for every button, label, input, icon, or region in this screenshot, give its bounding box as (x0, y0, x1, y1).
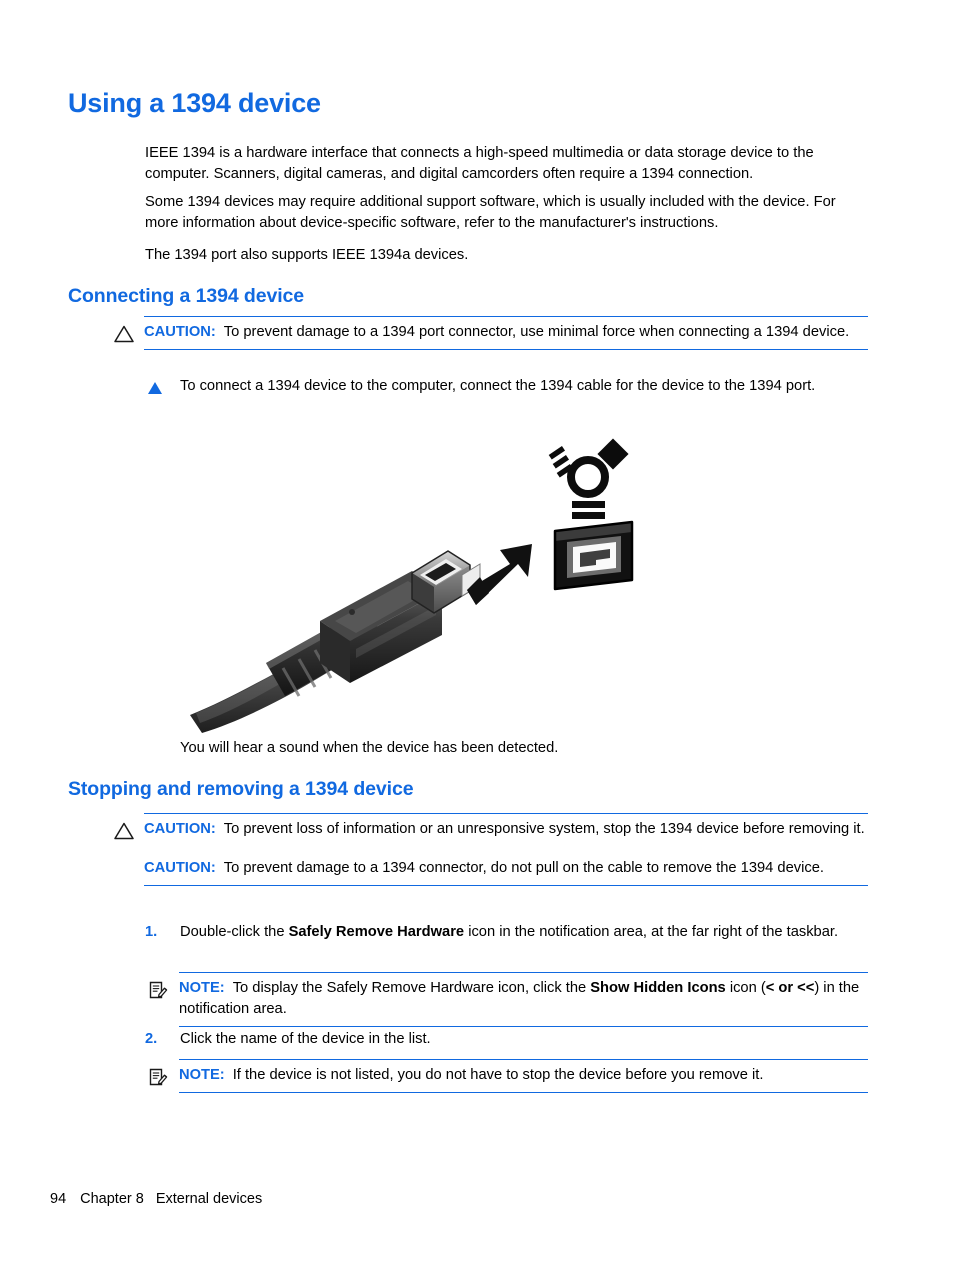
note-bold-term-2: < or << (765, 980, 815, 996)
caution-label: CAUTION: (144, 324, 216, 340)
illustration-svg (190, 438, 634, 733)
note-icon (148, 1067, 170, 1087)
step-number: 2. (145, 1031, 158, 1047)
step-1-text-after: icon in the notification area, at the fa… (464, 924, 839, 940)
admonition-bottom-rule (144, 349, 868, 350)
caution-triangle-icon (113, 821, 135, 841)
caution-body-2: To prevent damage to a 1394 connector, d… (223, 860, 824, 876)
document-page: Using a 1394 device IEEE 1394 is a hardw… (0, 0, 954, 1270)
1394-port-receptacle-icon (553, 520, 634, 591)
intro-paragraph-3: The 1394 port also supports IEEE 1394a d… (145, 247, 469, 263)
connect-step: To connect a 1394 device to the computer… (145, 376, 870, 397)
step-1-bold-term: Safely Remove Hardware (288, 924, 465, 940)
page-footer: 94 Chapter 8 External devices (50, 1191, 262, 1207)
note-text-device-not-listed: NOTE: If the device is not listed, you do… (179, 1065, 868, 1086)
caution-block-connecting: CAUTION: To prevent damage to a 1394 port… (114, 316, 868, 350)
caution-body: To prevent damage to a 1394 port connect… (223, 324, 850, 340)
admonition-bottom-rule (179, 1092, 868, 1093)
note-block-device-not-listed: NOTE: If the device is not listed, you do… (149, 1059, 868, 1093)
caution-triangle-icon (113, 324, 135, 344)
footer-chapter-title: External devices (155, 1191, 263, 1207)
step-1-text-before: Double-click the (180, 924, 289, 940)
step-number: 1. (145, 924, 158, 940)
step-2-text: Click the name of the device in the list… (180, 1031, 431, 1047)
note-text-show-hidden-icons: NOTE: To display the Safely Remove Hardwa… (179, 978, 868, 1020)
1394-plug-connector (411, 550, 481, 614)
intro-paragraph-1: IEEE 1394 is a hardware interface that c… (145, 145, 814, 182)
note-text-before: To display the Safely Remove Hardware ic… (232, 980, 591, 996)
note-label: NOTE: (179, 1067, 225, 1083)
1394-cable-connecting-to-port-illustration (180, 425, 640, 735)
ieee-1394-symbol-icon (548, 438, 629, 519)
intro-paragraph-2: Some 1394 devices may require additional… (145, 194, 836, 231)
section-heading-connecting: Connecting a 1394 device (68, 285, 305, 307)
after-illustration-text: You will hear a sound when the device ha… (180, 740, 559, 756)
note-bold-term: Show Hidden Icons (590, 980, 726, 996)
caution-label-2: CAUTION: (144, 860, 216, 876)
note-label: NOTE: (179, 980, 225, 996)
admonition-bottom-rule (144, 885, 868, 886)
note-block-show-hidden-icons: NOTE: To display the Safely Remove Hardwa… (149, 972, 868, 1027)
caution-text-stopping-1: CAUTION: To prevent loss of information o… (144, 819, 868, 840)
caution-block-stopping: CAUTION: To prevent loss of information o… (114, 813, 868, 886)
footer-page-number: 94 (50, 1191, 67, 1207)
note-text-after: icon ( (725, 980, 766, 996)
triangle-bullet-icon (148, 382, 162, 394)
caution-body: To prevent loss of information or an unr… (223, 821, 865, 837)
numbered-step-2: 2. Click the name of the device in the l… (145, 1029, 870, 1050)
connect-step-text: To connect a 1394 device to the computer… (180, 378, 816, 394)
admonition-bottom-rule (179, 1026, 868, 1027)
caution-label: CAUTION: (144, 821, 216, 837)
caution-text-connecting: CAUTION: To prevent damage to a 1394 port… (144, 322, 868, 343)
section-heading-stopping: Stopping and removing a 1394 device (68, 778, 414, 800)
numbered-step-1: 1. Double-click the Safely Remove Hardwa… (145, 922, 870, 943)
caution-text-stopping-2: CAUTION: To prevent damage to a 1394 conn… (144, 858, 868, 879)
note-icon (148, 980, 170, 1000)
page-title: Using a 1394 device (68, 88, 321, 118)
footer-chapter: Chapter 8 (80, 1191, 144, 1207)
note-body: If the device is not listed, you do not … (232, 1067, 764, 1083)
step-1-text: Double-click the Safely Remove Hardware … (180, 922, 870, 943)
